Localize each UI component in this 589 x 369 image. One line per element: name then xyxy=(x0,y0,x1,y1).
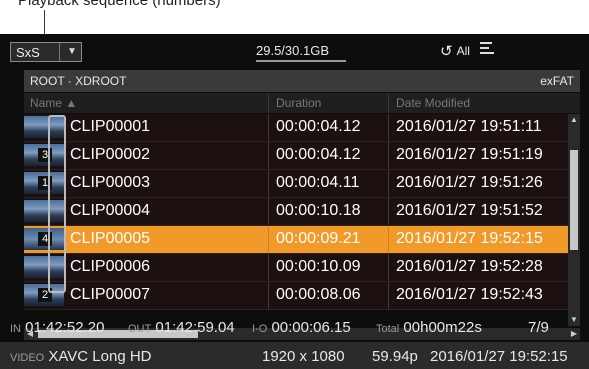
clip-name: CLIP00001 xyxy=(70,118,151,135)
column-header-duration[interactable]: Duration xyxy=(276,96,321,110)
clip-metadata-bar: VIDEO XAVC Long HD 1920 x 1080 59.94p 20… xyxy=(0,342,589,369)
playback-order-highlight xyxy=(48,115,66,293)
column-divider xyxy=(388,254,389,281)
clip-row[interactable]: CLIP00006 00:00:10.09 2016/01/27 19:52:28 xyxy=(24,254,580,282)
video-codec: VIDEO XAVC Long HD xyxy=(10,348,152,365)
column-divider xyxy=(388,282,389,309)
column-divider xyxy=(388,170,389,197)
clip-date: 2016/01/27 19:51:52 xyxy=(396,202,543,219)
filesystem-label: exFAT xyxy=(540,74,574,88)
io-duration: I-O 00:00:06.15 xyxy=(252,319,351,336)
clip-date: 2016/01/27 19:52:15 xyxy=(396,230,543,247)
path-bar: ROOT · XDROOT exFAT xyxy=(24,70,580,92)
column-divider xyxy=(268,142,269,169)
clip-row[interactable]: CLIP00001 00:00:04.12 2016/01/27 19:51:11 xyxy=(24,114,580,142)
total-duration: Total 00h00m22s xyxy=(376,319,482,336)
column-headers: Name ▲ Duration Date Modified xyxy=(24,93,580,113)
scroll-up-icon[interactable]: ▲ xyxy=(568,114,580,126)
clip-name: CLIP00005 xyxy=(70,230,151,247)
clip-row[interactable]: 1 CLIP00003 00:00:04.11 2016/01/27 19:51:26 xyxy=(24,170,580,198)
column-divider xyxy=(388,142,389,169)
recording-datetime: 2016/01/27 19:52:15 xyxy=(430,348,568,365)
column-divider xyxy=(268,254,269,281)
clip-row[interactable]: 3 CLIP00002 00:00:04.12 2016/01/27 19:51:19 xyxy=(24,142,580,170)
media-selector[interactable]: SxS ▼ xyxy=(10,42,82,62)
column-divider xyxy=(268,170,269,197)
clip-name: CLIP00003 xyxy=(70,174,151,191)
clip-duration: 00:00:10.09 xyxy=(276,258,361,275)
annotation-label: Playback sequence (numbers) xyxy=(18,0,221,9)
loop-all-button[interactable]: ↺ All xyxy=(440,42,470,60)
in-point: IN 01:42:52.20 xyxy=(10,319,105,336)
top-bar: SxS ▼ 29.5/30.1GB ↺ All xyxy=(0,34,589,68)
column-divider xyxy=(268,226,269,253)
clip-date: 2016/01/27 19:51:26 xyxy=(396,174,543,191)
capacity-indicator: 29.5/30.1GB xyxy=(256,43,346,62)
clip-duration: 00:00:09.21 xyxy=(276,230,361,247)
clip-date: 2016/01/27 19:51:19 xyxy=(396,146,543,163)
clip-list: CLIP00001 00:00:04.12 2016/01/27 19:51:11 3… xyxy=(24,114,580,310)
clip-date: 2016/01/27 19:52:28 xyxy=(396,258,543,275)
column-divider xyxy=(268,282,269,309)
clip-row[interactable]: 2 CLIP00007 00:00:08.06 2016/01/27 19:52:43 xyxy=(24,282,580,310)
clip-date: 2016/01/27 19:52:43 xyxy=(396,286,543,303)
vertical-scroll-thumb[interactable] xyxy=(570,150,578,250)
clip-name: CLIP00002 xyxy=(70,146,151,163)
folder-path: ROOT · XDROOT xyxy=(30,74,127,88)
column-header-name[interactable]: Name ▲ xyxy=(30,96,77,110)
clip-duration: 00:00:04.11 xyxy=(276,174,360,191)
column-divider xyxy=(388,198,389,225)
clip-row[interactable]: CLIP00004 00:00:10.18 2016/01/27 19:51:52 xyxy=(24,198,580,226)
media-label: SxS xyxy=(16,44,40,60)
clip-name: CLIP00004 xyxy=(70,202,151,219)
dropdown-arrow-icon[interactable]: ▼ xyxy=(67,46,77,57)
clip-row[interactable]: 4 CLIP00005 00:00:09.21 2016/01/27 19:52:15 xyxy=(24,226,580,254)
loop-icon: ↺ xyxy=(440,43,453,60)
timecode-info: IN 01:42:52.20 OUT 01:42:59.04 I-O 00:00… xyxy=(0,316,589,340)
clip-duration: 00:00:08.06 xyxy=(276,286,361,303)
column-divider xyxy=(388,93,389,113)
frame-rate: 59.94p xyxy=(372,348,418,365)
clip-position: 7/9 xyxy=(528,319,549,336)
column-divider xyxy=(388,226,389,253)
media-separator xyxy=(59,43,60,61)
clip-date: 2016/01/27 19:51:11 xyxy=(396,118,542,135)
vertical-scrollbar[interactable]: ▲ ▼ xyxy=(568,114,580,326)
clip-duration: 00:00:10.18 xyxy=(276,202,361,219)
column-divider xyxy=(388,114,389,141)
column-header-date[interactable]: Date Modified xyxy=(396,96,470,110)
loop-label: All xyxy=(456,44,470,58)
clip-duration: 00:00:04.12 xyxy=(276,118,361,135)
column-divider xyxy=(268,114,269,141)
playlist-icon[interactable] xyxy=(480,42,494,58)
column-divider xyxy=(268,198,269,225)
clip-name: CLIP00007 xyxy=(70,286,151,303)
clip-name: CLIP00006 xyxy=(70,258,151,275)
column-divider xyxy=(268,93,269,113)
clip-duration: 00:00:04.12 xyxy=(276,146,361,163)
resolution: 1920 x 1080 xyxy=(262,348,345,365)
out-point: OUT 01:42:59.04 xyxy=(128,319,235,336)
